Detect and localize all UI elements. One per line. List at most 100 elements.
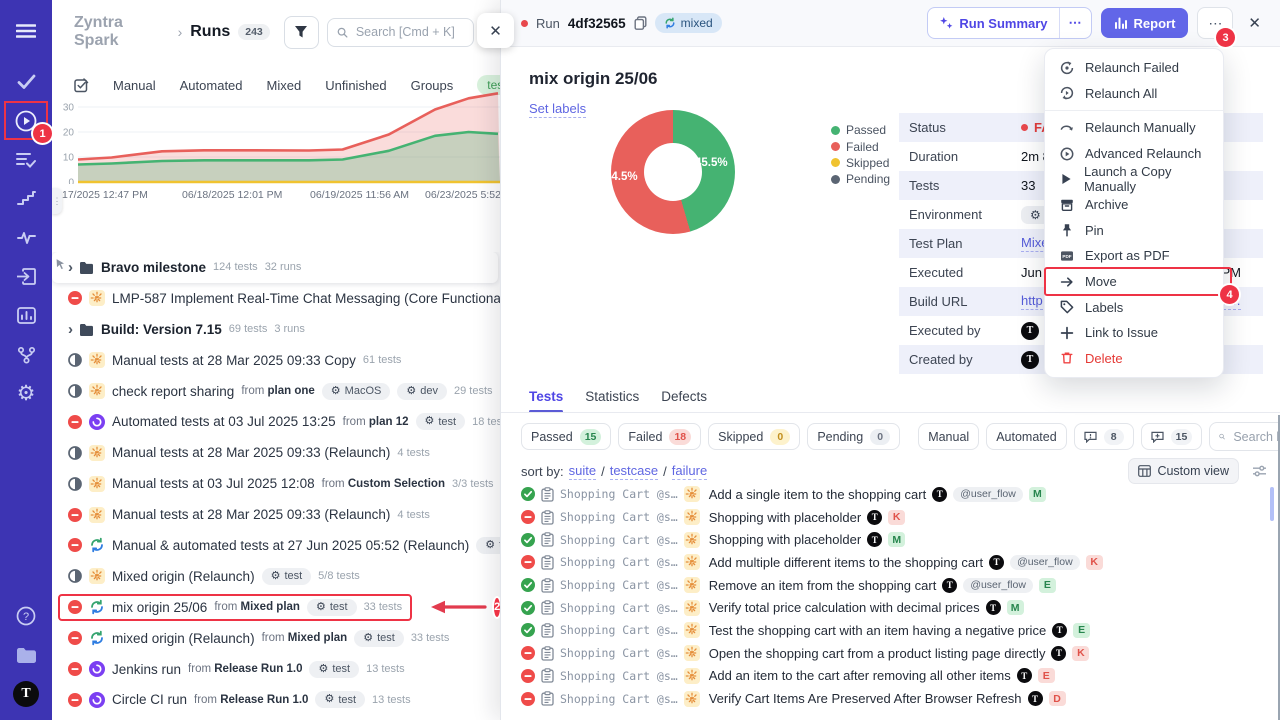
run-row[interactable]: LMP-587 Implement Real-Time Chat Messagi… bbox=[52, 283, 500, 314]
avatar[interactable]: T bbox=[1021, 351, 1039, 369]
assignee-badge[interactable]: M bbox=[1007, 600, 1024, 615]
import-icon[interactable] bbox=[7, 260, 45, 293]
assignee-badge[interactable]: M bbox=[888, 532, 905, 547]
report-button[interactable]: Report bbox=[1101, 8, 1189, 38]
sort-by-suite[interactable]: suite bbox=[569, 463, 596, 480]
run-row[interactable]: Manual tests at 28 Mar 2025 09:33 Copy61… bbox=[52, 345, 500, 376]
runs-tab-automated[interactable]: Automated bbox=[180, 78, 243, 93]
run-row[interactable]: Manual tests at 28 Mar 2025 09:33 (Relau… bbox=[52, 437, 500, 468]
chart-collapse-handle[interactable]: ⋮ bbox=[52, 188, 62, 214]
sort-by-failure[interactable]: failure bbox=[672, 463, 707, 480]
account-avatar[interactable]: T bbox=[7, 677, 45, 710]
avatar[interactable]: T bbox=[1021, 322, 1039, 340]
avatar[interactable]: T bbox=[1052, 623, 1067, 638]
view-settings-icon[interactable] bbox=[1252, 465, 1267, 477]
avatar[interactable]: T bbox=[1017, 668, 1032, 683]
assignee-badge[interactable]: E bbox=[1038, 668, 1055, 683]
test-row[interactable]: Shopping Cart @s… Verify total price cal… bbox=[521, 596, 1275, 619]
menu-icon[interactable] bbox=[7, 14, 45, 47]
runs-search-input[interactable] bbox=[354, 24, 464, 40]
test-row[interactable]: Shopping Cart @s… Add an item to the car… bbox=[521, 665, 1275, 688]
breadcrumb-app[interactable]: Zyntra Spark bbox=[74, 14, 170, 50]
test-title[interactable]: Remove an item from the shopping cart bbox=[709, 578, 937, 593]
runs-search[interactable] bbox=[327, 18, 474, 47]
test-suite[interactable]: Shopping Cart @s… bbox=[560, 692, 678, 706]
run-row[interactable]: mixed origin (Relaunch)from Mixed plan⚙t… bbox=[52, 623, 500, 654]
menu-item-relaunch-all[interactable]: Relaunch All bbox=[1045, 81, 1223, 107]
plans-list-icon[interactable] bbox=[7, 143, 45, 176]
sort-by-testcase[interactable]: testcase bbox=[610, 463, 658, 480]
tab-defects[interactable]: Defects bbox=[661, 389, 707, 412]
tab-statistics[interactable]: Statistics bbox=[585, 389, 639, 412]
branches-icon[interactable] bbox=[7, 338, 45, 371]
avatar[interactable]: T bbox=[942, 578, 957, 593]
assignee-badge[interactable]: D bbox=[1049, 691, 1066, 706]
run-row[interactable]: mix origin 25/06from Mixed plan⚙test33 t… bbox=[52, 592, 500, 623]
run-row[interactable]: Circle CI runfrom Release Run 1.0⚙test13… bbox=[52, 684, 500, 715]
pulse-activity-icon[interactable] bbox=[7, 221, 45, 254]
filter-comment-plus[interactable]: 15 bbox=[1141, 423, 1203, 450]
test-suite[interactable]: Shopping Cart @s… bbox=[560, 646, 678, 660]
copy-icon[interactable] bbox=[634, 16, 647, 30]
run-row[interactable]: Manual tests at 28 Mar 2025 09:33 (Relau… bbox=[52, 499, 500, 530]
custom-view-button[interactable]: Custom view bbox=[1128, 458, 1239, 484]
checklist-icon[interactable] bbox=[74, 78, 89, 93]
assignee-badge[interactable]: M bbox=[1029, 487, 1046, 502]
run-row[interactable]: › Bravo milestone124 tests32 runs bbox=[52, 252, 498, 283]
tab-tests[interactable]: Tests bbox=[529, 389, 563, 412]
filter-comment[interactable]: 8 bbox=[1074, 423, 1134, 450]
test-suite[interactable]: Shopping Cart @s… bbox=[560, 555, 678, 569]
filter-Manual[interactable]: Manual bbox=[918, 423, 979, 450]
menu-item-pin[interactable]: Pin bbox=[1045, 218, 1223, 244]
test-suite[interactable]: Shopping Cart @s… bbox=[560, 578, 678, 592]
test-row[interactable]: Shopping Cart @s… Shopping with placehol… bbox=[521, 528, 1275, 551]
filter-Passed[interactable]: Passed15 bbox=[521, 423, 611, 450]
assignee-badge[interactable]: E bbox=[1073, 623, 1090, 638]
filter-Failed[interactable]: Failed18 bbox=[618, 423, 701, 450]
avatar[interactable]: T bbox=[1051, 646, 1066, 661]
test-title[interactable]: Add multiple different items to the shop… bbox=[709, 555, 983, 570]
projects-folder-icon[interactable] bbox=[7, 638, 45, 671]
test-row[interactable]: Shopping Cart @s… Shopping with placehol… bbox=[521, 506, 1275, 529]
test-title[interactable]: Verify Cart Items Are Preserved After Br… bbox=[709, 691, 1022, 706]
menu-item-move[interactable]: Move4 bbox=[1045, 269, 1223, 295]
test-title[interactable]: Open the shopping cart from a product li… bbox=[709, 646, 1046, 661]
tests-search-input[interactable] bbox=[1231, 429, 1280, 445]
test-row[interactable]: Shopping Cart @s… Test the shopping cart… bbox=[521, 619, 1275, 642]
menu-item-relaunch-failed[interactable]: Relaunch Failed bbox=[1045, 55, 1223, 81]
panel-close-button[interactable]: ✕ bbox=[477, 13, 514, 48]
test-suite[interactable]: Shopping Cart @s… bbox=[560, 487, 678, 501]
settings-gear-icon[interactable]: ⚙ bbox=[7, 377, 45, 410]
test-suite[interactable]: Shopping Cart @s… bbox=[560, 623, 678, 637]
run-row[interactable]: Jenkins runfrom Release Run 1.0⚙test13 t… bbox=[52, 654, 500, 685]
runs-tab-mixed[interactable]: Mixed bbox=[267, 78, 302, 93]
runs-tab-groups[interactable]: Groups bbox=[411, 78, 454, 93]
menu-item-link-issue[interactable]: Link to Issue bbox=[1045, 320, 1223, 346]
avatar[interactable]: T bbox=[867, 532, 882, 547]
drawer-close-button[interactable]: ✕ bbox=[1242, 14, 1267, 32]
set-labels-link[interactable]: Set labels bbox=[529, 101, 586, 118]
run-row[interactable]: › Build: Version 7.1569 tests3 runs bbox=[52, 314, 500, 345]
menu-item-archive[interactable]: Archive bbox=[1045, 192, 1223, 218]
test-title[interactable]: Add an item to the cart after removing a… bbox=[709, 668, 1011, 683]
run-row[interactable]: Automated tests at 03 Jul 2025 13:25from… bbox=[52, 406, 500, 437]
avatar[interactable]: T bbox=[989, 555, 1004, 570]
test-suite[interactable]: Shopping Cart @s… bbox=[560, 533, 678, 547]
test-suite[interactable]: Shopping Cart @s… bbox=[560, 510, 678, 524]
help-icon[interactable]: ? bbox=[7, 599, 45, 632]
chevron-right-icon[interactable]: › bbox=[68, 260, 73, 275]
filter-Pending[interactable]: Pending0 bbox=[807, 423, 900, 450]
test-title[interactable]: Test the shopping cart with an item havi… bbox=[709, 623, 1046, 638]
test-row[interactable]: Shopping Cart @s… Open the shopping cart… bbox=[521, 642, 1275, 665]
test-row[interactable]: Shopping Cart @s… Verify Cart Items Are … bbox=[521, 687, 1275, 710]
filter-button[interactable] bbox=[284, 16, 319, 49]
run-summary-more-button[interactable]: ⋯ bbox=[1059, 8, 1091, 38]
assignee-badge[interactable]: K bbox=[1086, 555, 1103, 570]
menu-item-launch-copy[interactable]: Launch a Copy Manually bbox=[1045, 166, 1223, 192]
analytics-chart-icon[interactable] bbox=[7, 299, 45, 332]
user-flow-badge[interactable]: @user_flow bbox=[953, 487, 1023, 502]
test-title[interactable]: Verify total price calculation with deci… bbox=[709, 600, 980, 615]
filter-Skipped[interactable]: Skipped0 bbox=[708, 423, 800, 450]
assignee-badge[interactable]: K bbox=[888, 510, 905, 525]
run-summary-button[interactable]: Run Summary ⋯ bbox=[927, 7, 1091, 39]
